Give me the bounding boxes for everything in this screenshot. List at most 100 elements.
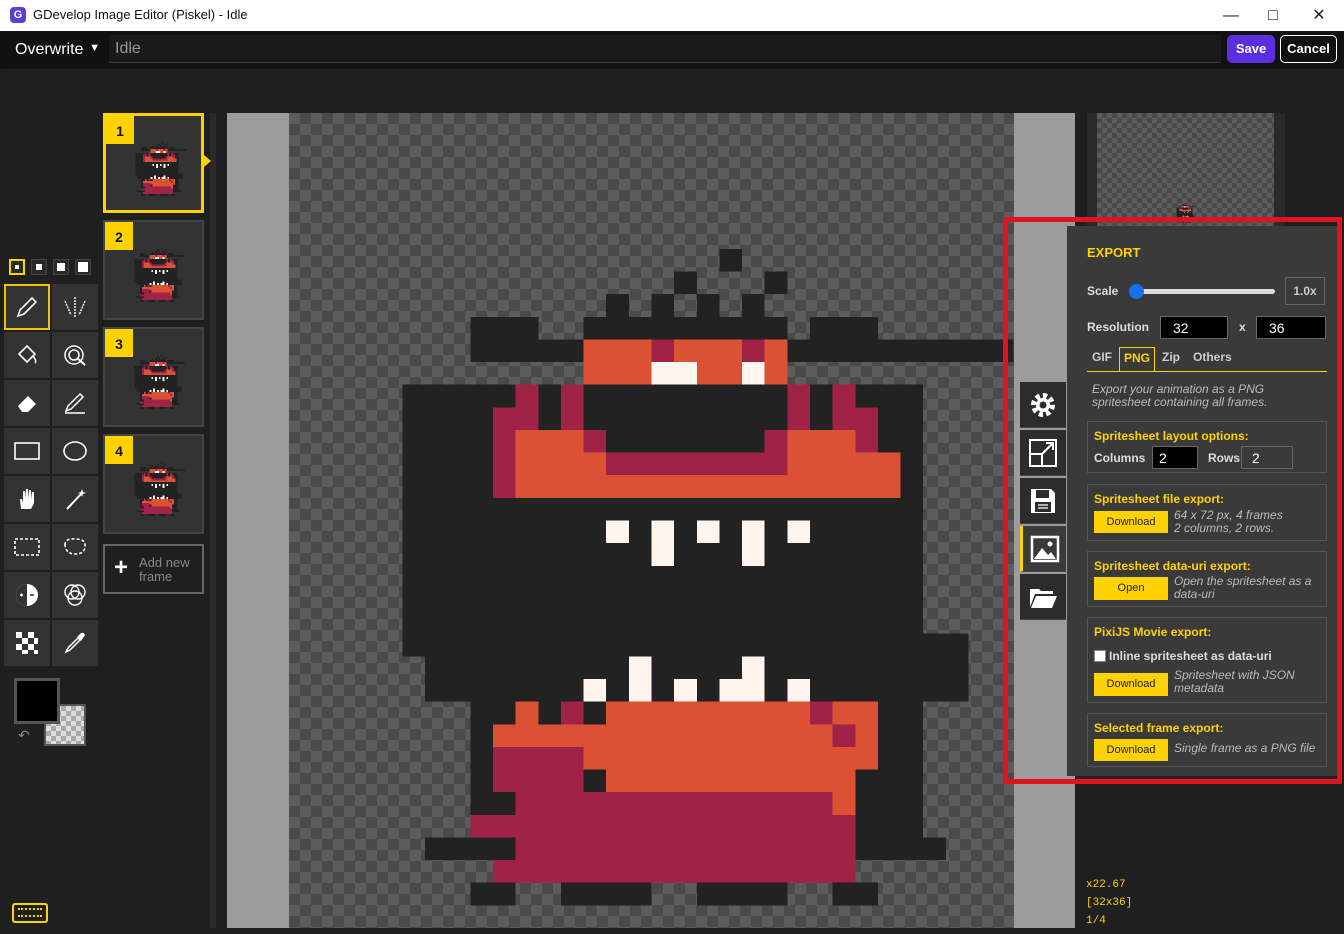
sprite-pixel bbox=[143, 476, 150, 479]
checkerboard-icon bbox=[16, 632, 38, 654]
sprite-pixel bbox=[1188, 208, 1191, 210]
sprite-pixel bbox=[140, 294, 172, 299]
sprite-pixel bbox=[162, 358, 165, 361]
frame-thumbnail-1[interactable]: 1 bbox=[103, 113, 204, 213]
sprite-pixel bbox=[156, 497, 159, 499]
sprite-pixel bbox=[151, 499, 174, 501]
paint-all-tool[interactable] bbox=[52, 332, 98, 378]
sprite-pixel bbox=[1186, 211, 1188, 213]
sprite-pixel bbox=[149, 502, 174, 505]
sprite-pixel bbox=[150, 177, 153, 179]
sprite-pixel bbox=[136, 403, 144, 406]
sprite-pixel bbox=[170, 393, 172, 396]
mirror-pen-icon bbox=[64, 297, 86, 317]
sprite-pixel bbox=[155, 362, 157, 364]
sprite-pixel bbox=[161, 141, 164, 144]
sprite-pixel bbox=[1179, 208, 1182, 210]
sprite-pixel bbox=[166, 369, 172, 372]
sprite-pixel bbox=[167, 156, 173, 159]
pen-size-2[interactable] bbox=[31, 259, 47, 275]
rectangle-select-tool[interactable] bbox=[4, 524, 50, 570]
sprite-pixel bbox=[171, 296, 180, 299]
minimize-button[interactable]: — bbox=[1208, 0, 1254, 31]
lighten-tool[interactable] bbox=[4, 572, 50, 618]
sprite-pixel bbox=[147, 285, 150, 287]
pen-size-3[interactable] bbox=[53, 259, 69, 275]
sprite-pixel bbox=[1186, 204, 1188, 206]
lasso-select-tool[interactable] bbox=[52, 524, 98, 570]
sprite-pixel bbox=[141, 474, 144, 481]
pen-size-4[interactable] bbox=[75, 259, 91, 275]
sprite-pixel bbox=[470, 882, 516, 906]
swap-colors-icon[interactable]: ↶ bbox=[18, 727, 30, 744]
paint-all-icon bbox=[64, 345, 86, 366]
sprite-pixel bbox=[149, 262, 152, 265]
sprite-pixel bbox=[158, 484, 161, 486]
sprite-pixel bbox=[152, 179, 175, 181]
zoom-level: x22.67 bbox=[1086, 879, 1126, 891]
sprite-pixel bbox=[147, 300, 155, 302]
sprite-pixel bbox=[165, 143, 168, 146]
rectangle-select-icon bbox=[14, 538, 40, 556]
sprite-pixel bbox=[1189, 207, 1191, 209]
sprite-pixel bbox=[696, 882, 788, 906]
checker-tool[interactable] bbox=[4, 620, 50, 666]
pen-size-1[interactable] bbox=[9, 259, 25, 275]
stroke-tool[interactable] bbox=[52, 380, 98, 426]
animation-name-input[interactable] bbox=[109, 35, 1221, 63]
mirror-pen-tool[interactable] bbox=[52, 284, 98, 330]
sprite-pixel bbox=[1188, 207, 1189, 209]
sprite-pixel bbox=[787, 384, 810, 430]
sprite-pixel bbox=[171, 152, 173, 157]
sprite-pixel bbox=[136, 296, 144, 299]
sprite-pixel bbox=[162, 281, 165, 285]
mode-select[interactable]: Overwrite ▼ bbox=[6, 36, 104, 64]
circle-tool[interactable] bbox=[52, 428, 98, 474]
frame-thumbnail-3[interactable]: 3 bbox=[103, 327, 204, 427]
eraser-tool[interactable] bbox=[4, 380, 50, 426]
sprite-pixel bbox=[162, 362, 165, 364]
sprite-pixel bbox=[148, 194, 156, 196]
sprite-pixel bbox=[141, 298, 172, 300]
dithering-tool[interactable] bbox=[52, 572, 98, 618]
sprite-pixel bbox=[141, 367, 144, 374]
sprite-pixel bbox=[152, 164, 155, 166]
sprite-pixel bbox=[832, 384, 856, 430]
sprite-pixel bbox=[168, 467, 174, 469]
sprite-canvas[interactable] bbox=[289, 113, 1014, 928]
maximize-button[interactable]: □ bbox=[1250, 0, 1296, 31]
sprite-pixel bbox=[156, 283, 159, 285]
frame-thumbnail-4[interactable]: 4 bbox=[103, 434, 204, 534]
paint-bucket-tool[interactable] bbox=[4, 332, 50, 378]
lasso-select-icon bbox=[64, 538, 86, 555]
add-frame-button[interactable]: + Add new frame bbox=[103, 544, 204, 594]
primary-color-swatch[interactable] bbox=[14, 678, 60, 724]
cancel-button[interactable]: Cancel bbox=[1280, 35, 1337, 63]
sprite-pixel bbox=[1179, 208, 1180, 211]
frames-scrollbar[interactable] bbox=[210, 113, 216, 928]
add-frame-label-1: Add new bbox=[139, 555, 190, 570]
keyboard-icon[interactable] bbox=[12, 903, 48, 923]
sprite-pixel bbox=[153, 388, 155, 392]
move-tool[interactable] bbox=[4, 476, 50, 522]
sprite-pixel bbox=[168, 499, 170, 501]
sprite-pixel bbox=[151, 377, 154, 379]
magic-wand-tool[interactable] bbox=[52, 476, 98, 522]
sprite-pixel bbox=[166, 377, 169, 379]
sprite-pixel bbox=[674, 678, 697, 702]
sprite-pixel bbox=[163, 164, 166, 168]
save-button[interactable]: Save bbox=[1227, 35, 1275, 63]
frame-thumbnail-2[interactable]: 2 bbox=[103, 220, 204, 320]
pen-tool[interactable] bbox=[4, 284, 50, 330]
eyedropper-tool[interactable] bbox=[52, 620, 98, 666]
top-toolbar: Overwrite ▼ Save Cancel bbox=[0, 31, 1344, 69]
animation-preview bbox=[1097, 113, 1274, 226]
sprite-pixel bbox=[141, 194, 145, 196]
sprite-pixel bbox=[140, 253, 146, 255]
sprite-pixel bbox=[140, 467, 146, 469]
sprite-pixel bbox=[742, 656, 765, 702]
sprite-pixel bbox=[171, 403, 180, 406]
rectangle-tool[interactable] bbox=[4, 428, 50, 474]
frame-preview bbox=[134, 461, 185, 516]
close-button[interactable]: ✕ bbox=[1296, 0, 1342, 31]
